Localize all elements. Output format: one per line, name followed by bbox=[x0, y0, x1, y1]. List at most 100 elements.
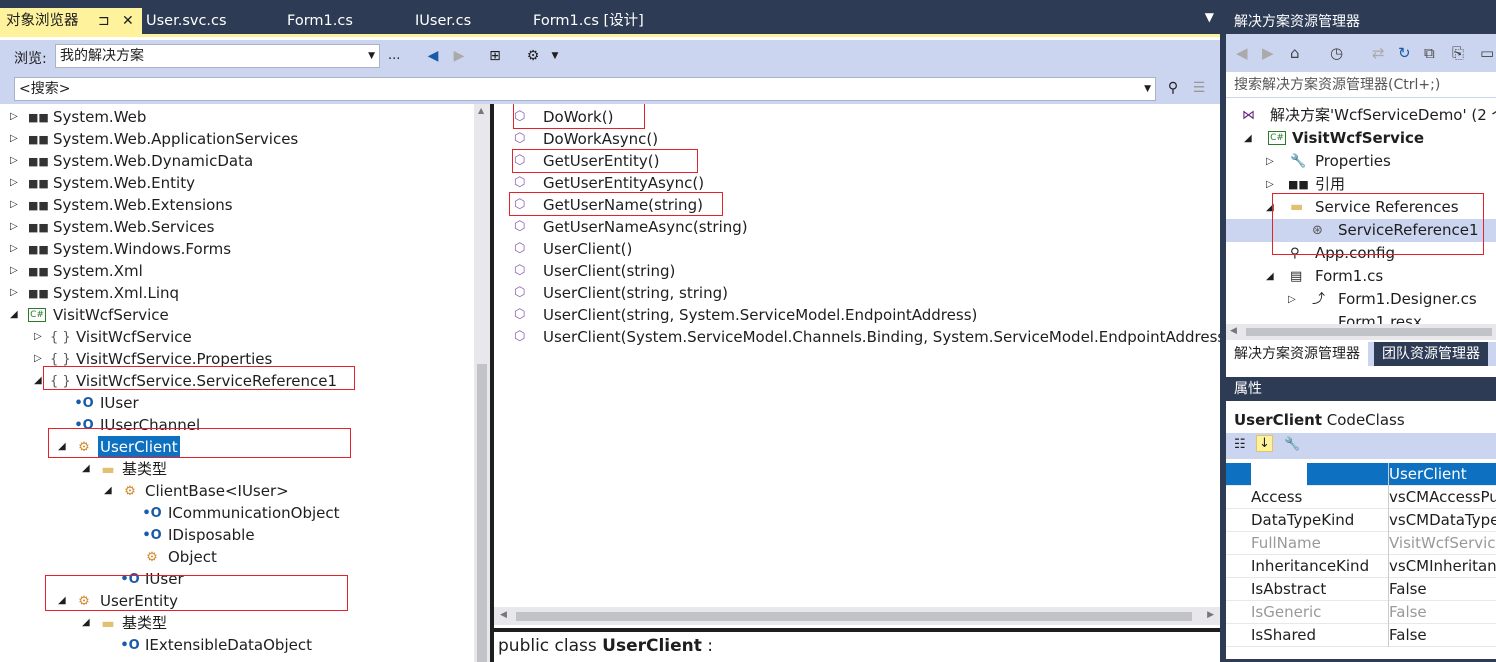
solution-item[interactable]: ⊛ ServiceReference1 bbox=[1226, 219, 1496, 242]
browse-label: 浏览: bbox=[14, 51, 47, 67]
property-name: (Name) bbox=[1251, 463, 1307, 486]
member-label: DoWork() bbox=[543, 108, 614, 126]
add-reference-icon[interactable]: ⊞ bbox=[486, 47, 504, 65]
tree-item-label: System.Web bbox=[53, 108, 147, 126]
member-label: UserClient(System.ServiceModel.Channels.… bbox=[543, 328, 1220, 346]
solution-item[interactable]: ⋈ 解决方案'WcfServiceDemo' (2 个 bbox=[1226, 104, 1496, 127]
property-value[interactable]: VisitWcfService bbox=[1388, 532, 1496, 555]
properties-object-selector[interactable]: UserClient CodeClass bbox=[1226, 407, 1496, 433]
history-icon[interactable]: ◷ bbox=[1330, 44, 1343, 62]
right-tool-panel: 解决方案资源管理器 ◀ ▶ ⌂ ◷ ⇄ ↻ ⧉ ⎘ ▭ 搜索解决方案资源管理器(… bbox=[1226, 10, 1496, 659]
property-value[interactable]: False bbox=[1388, 624, 1496, 647]
collapse-all-icon[interactable]: ⧉ bbox=[1424, 44, 1435, 62]
member-label: DoWorkAsync() bbox=[543, 130, 659, 148]
project-item[interactable]: ◢ C# VisitWcfService bbox=[1226, 127, 1496, 150]
property-value[interactable]: UserClient bbox=[1388, 463, 1496, 486]
property-name: IsAbstract bbox=[1251, 580, 1327, 598]
pin-icon[interactable]: ⊐ bbox=[98, 8, 110, 34]
property-row[interactable]: (Name) UserClient bbox=[1226, 463, 1496, 486]
tab-label: Form1.cs [设计] bbox=[533, 13, 644, 29]
solution-item-label: Form1.cs bbox=[1315, 267, 1384, 285]
scrollbar-thumb[interactable] bbox=[1246, 328, 1492, 336]
tree-item-label: ICommunicationObject bbox=[168, 504, 340, 522]
property-value[interactable]: False bbox=[1388, 601, 1496, 624]
solution-item[interactable]: ⚲ App.config bbox=[1226, 242, 1496, 265]
tree-item-label: System.Web.DynamicData bbox=[53, 152, 254, 170]
object-type: CodeClass bbox=[1326, 411, 1405, 429]
categorized-icon[interactable]: ☷ bbox=[1234, 437, 1246, 452]
member-label: GetUserEntityAsync() bbox=[543, 174, 705, 192]
scrollbar-thumb[interactable] bbox=[477, 364, 487, 662]
method-icon: ⬡ bbox=[514, 131, 526, 146]
close-icon[interactable]: ✕ bbox=[122, 8, 134, 34]
tree-item-label: System.Web.Entity bbox=[53, 174, 195, 192]
description-class-name: UserClient bbox=[602, 636, 702, 656]
property-value[interactable]: vsCMInheritanc bbox=[1388, 555, 1496, 578]
property-row[interactable]: InheritanceKind vsCMInheritanc bbox=[1226, 555, 1496, 578]
clear-search-icon[interactable]: ☰ bbox=[1190, 79, 1208, 97]
property-name: IsShared bbox=[1251, 626, 1317, 644]
chevron-down-icon[interactable]: ▼ bbox=[546, 47, 564, 65]
property-row[interactable]: IsGeneric False bbox=[1226, 601, 1496, 624]
object-tree: ▷ ■■ System.Web ▷ ■■ System.Web.ApplicationS… bbox=[0, 104, 490, 662]
scroll-left-icon[interactable]: ◀ bbox=[500, 610, 507, 620]
property-row[interactable]: DataTypeKind vsCMDataType bbox=[1226, 509, 1496, 532]
solution-item[interactable]: ▷ 🔧 Properties bbox=[1226, 150, 1496, 173]
tab-object-browser[interactable]: 对象浏览器 ⊐ ✕ bbox=[0, 8, 142, 34]
properties-header: 属性 bbox=[1226, 377, 1496, 401]
solution-item-label: Properties bbox=[1315, 152, 1391, 170]
solution-item-label: Service References bbox=[1315, 198, 1459, 216]
show-all-files-icon[interactable]: ⎘ bbox=[1452, 44, 1464, 62]
solution-horizontal-scrollbar[interactable]: ◀ bbox=[1226, 324, 1496, 340]
forward-icon[interactable]: ▶ bbox=[1262, 44, 1274, 62]
solution-item[interactable]: ◢ ▤ Form1.cs bbox=[1226, 265, 1496, 288]
tree-scrollbar[interactable]: ▲ bbox=[474, 104, 490, 662]
members-list: ⬡ DoWork() ⬡ DoWorkAsync() ⬡ GetUserEntity(… bbox=[494, 104, 1220, 639]
tree-item-label: UserEntity bbox=[100, 592, 178, 610]
search-input[interactable]: <搜索> ▼ bbox=[14, 77, 1156, 101]
refresh-icon[interactable]: ↻ bbox=[1398, 44, 1411, 62]
tab-solution-explorer[interactable]: 解决方案资源管理器 bbox=[1226, 342, 1368, 366]
alphabetical-icon[interactable]: ↓ bbox=[1256, 435, 1273, 452]
property-value[interactable]: vsCMAccessPu bbox=[1388, 486, 1496, 509]
solution-explorer-toolbar: ◀ ▶ ⌂ ◷ ⇄ ↻ ⧉ ⎘ ▭ bbox=[1226, 34, 1496, 72]
scroll-left-icon[interactable]: ◀ bbox=[1230, 326, 1237, 336]
search-icon[interactable]: ⚲ bbox=[1164, 79, 1182, 97]
tree-item-label: 基类型 bbox=[122, 460, 168, 478]
forward-icon[interactable]: ▶ bbox=[450, 47, 468, 65]
solution-item[interactable]: ▷ ■■ 引用 bbox=[1226, 173, 1496, 196]
tab-label: Form1.cs bbox=[287, 13, 353, 29]
gear-icon[interactable]: ⚙ bbox=[524, 47, 542, 65]
browse-scope-dropdown[interactable]: 我的解决方案 ▼ bbox=[55, 44, 380, 68]
scrollbar-thumb[interactable] bbox=[516, 612, 1192, 621]
solution-search-input[interactable]: 搜索解决方案资源管理器(Ctrl+;) bbox=[1226, 72, 1496, 98]
scroll-up-icon[interactable]: ▲ bbox=[478, 106, 484, 115]
solution-item-label: VisitWcfService bbox=[1292, 129, 1425, 147]
property-value[interactable]: vsCMDataType bbox=[1388, 509, 1496, 532]
sync-icon[interactable]: ⇄ bbox=[1372, 44, 1385, 62]
tab-user-svc-cs[interactable]: User.svc.cs bbox=[140, 8, 270, 34]
chevron-down-icon: ▼ bbox=[368, 51, 375, 61]
tab-iuser-cs[interactable]: IUser.cs bbox=[409, 8, 519, 34]
tab-form1-cs[interactable]: Form1.cs bbox=[281, 8, 401, 34]
solution-item[interactable]: ◢ ▬ Service References bbox=[1226, 196, 1496, 219]
edit-custom-set-button[interactable]: ... bbox=[388, 48, 400, 63]
property-value[interactable]: False bbox=[1388, 578, 1496, 601]
property-row[interactable]: FullName VisitWcfService bbox=[1226, 532, 1496, 555]
members-horizontal-scrollbar[interactable]: ◀ ▶ bbox=[494, 607, 1220, 625]
tree-item-label: VisitWcfService bbox=[53, 306, 169, 324]
tab-form1-design[interactable]: Form1.cs [设计] bbox=[527, 8, 697, 34]
property-row[interactable]: IsAbstract False bbox=[1226, 578, 1496, 601]
back-icon[interactable]: ◀ bbox=[1236, 44, 1248, 62]
property-row[interactable]: IsShared False bbox=[1226, 624, 1496, 647]
tab-team-explorer[interactable]: 团队资源管理器 bbox=[1374, 342, 1488, 366]
scroll-right-icon[interactable]: ▶ bbox=[1207, 610, 1214, 620]
home-icon[interactable]: ⌂ bbox=[1290, 44, 1300, 62]
object-name: UserClient bbox=[1234, 411, 1322, 429]
properties-icon[interactable]: ▭ bbox=[1480, 44, 1494, 62]
back-icon[interactable]: ◀ bbox=[424, 47, 442, 65]
wrench-icon[interactable]: 🔧 bbox=[1284, 437, 1300, 452]
solution-item[interactable]: ▷ ⤴ Form1.Designer.cs bbox=[1226, 288, 1496, 311]
tab-dropdown-icon[interactable]: ▼ bbox=[1205, 10, 1214, 24]
property-row[interactable]: Access vsCMAccessPu bbox=[1226, 486, 1496, 509]
